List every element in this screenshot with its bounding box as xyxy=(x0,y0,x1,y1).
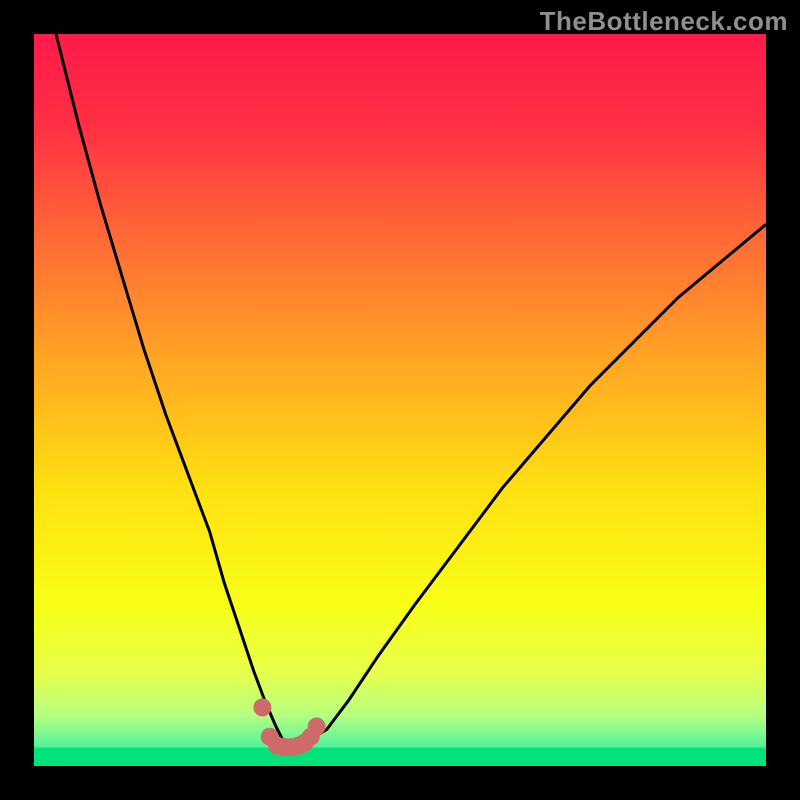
chart-svg xyxy=(34,34,766,766)
watermark-text: TheBottleneck.com xyxy=(540,6,788,37)
optimal-marker xyxy=(308,718,326,736)
plot-area xyxy=(34,34,766,766)
flat-green-band xyxy=(34,748,766,766)
gradient-background xyxy=(34,34,766,766)
optimal-marker xyxy=(253,698,271,716)
chart-frame: TheBottleneck.com xyxy=(0,0,800,800)
